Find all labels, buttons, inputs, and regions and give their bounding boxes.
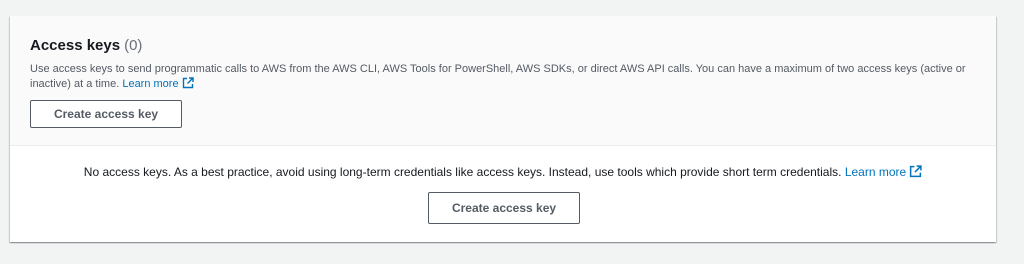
learn-more-link[interactable]: Learn more bbox=[122, 77, 194, 90]
access-keys-title: Access keys (0) bbox=[30, 36, 142, 56]
empty-state-learn-more-label: Learn more bbox=[844, 165, 907, 179]
external-link-icon bbox=[182, 77, 194, 94]
empty-state-create-access-key-button[interactable]: Create access key bbox=[428, 192, 580, 224]
access-keys-count: (0) bbox=[124, 37, 143, 54]
create-access-key-button[interactable]: Create access key bbox=[30, 100, 182, 128]
access-keys-description: Use access keys to send programmatic cal… bbox=[30, 62, 980, 94]
empty-state-message: No access keys. As a best practice, avoi… bbox=[10, 164, 996, 182]
external-link-icon bbox=[909, 165, 922, 182]
empty-state-text: No access keys. As a best practice, avoi… bbox=[83, 165, 842, 179]
access-keys-panel: Access keys (0) Use access keys to send p… bbox=[10, 16, 996, 242]
title-text: Access keys bbox=[30, 37, 121, 54]
learn-more-label: Learn more bbox=[122, 78, 179, 90]
empty-state-learn-more-link[interactable]: Learn more bbox=[845, 165, 922, 179]
access-keys-header: Access keys (0) Use access keys to send p… bbox=[10, 16, 996, 146]
